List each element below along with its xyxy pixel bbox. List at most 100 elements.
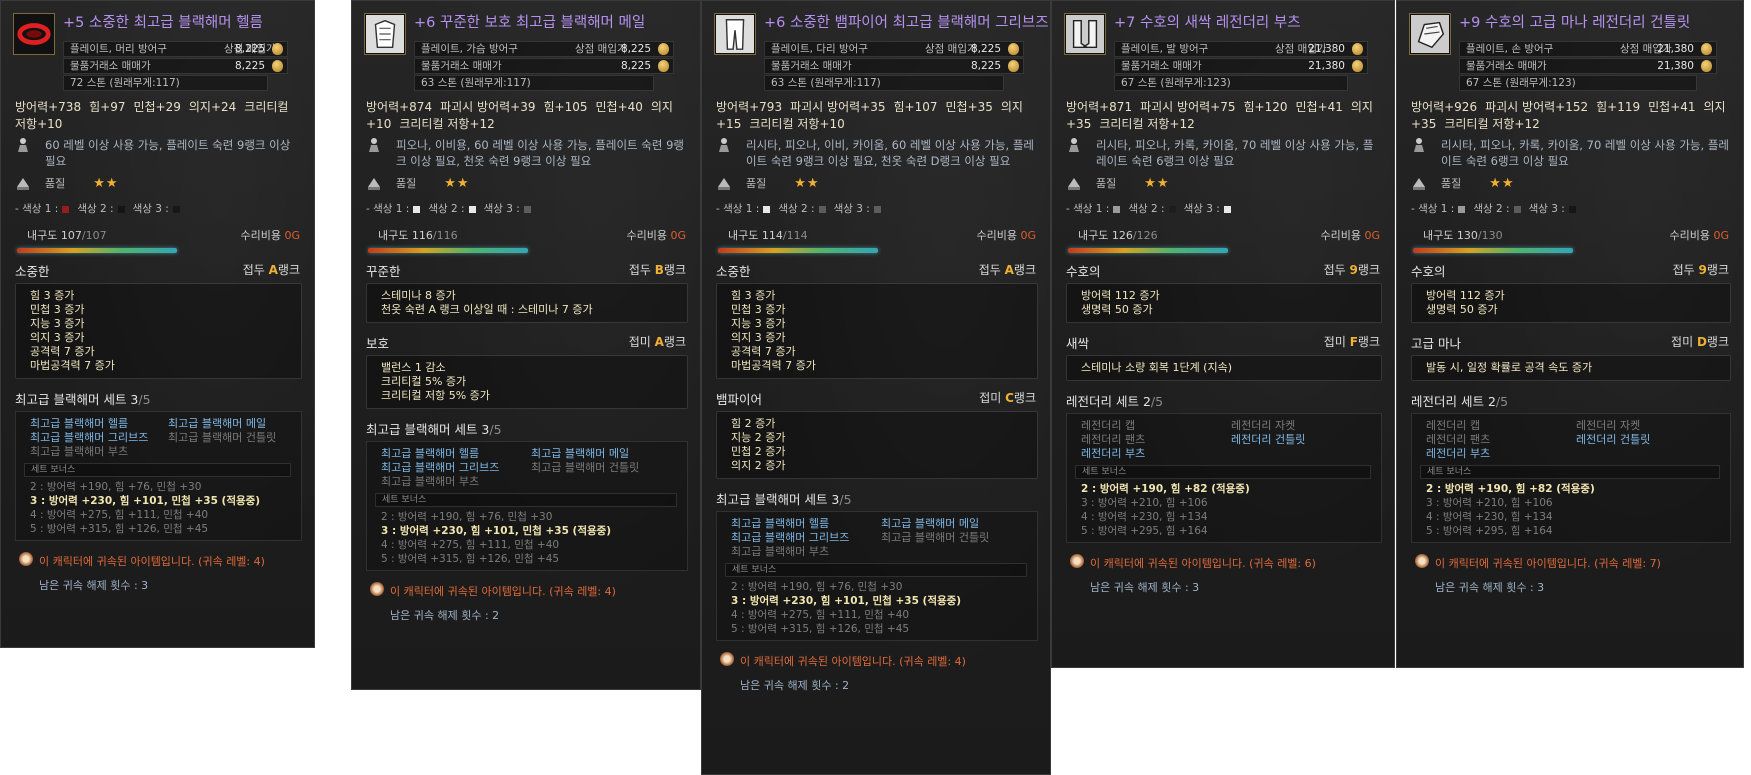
set-count: /5 <box>839 492 852 507</box>
stat-value: 의지+24 <box>188 100 237 114</box>
durability-max: /130 <box>1477 229 1503 242</box>
weight-row: 67 스톤 (원래무게:123) <box>1114 75 1348 91</box>
set-bonus-line: 4 : 방어력 +275, 힘 +111, 민첩 +40 <box>30 509 209 521</box>
trade-price-row: 물품거래소 매매가 21,380 <box>1459 58 1717 74</box>
dye-label: - 색상 1 : <box>366 203 410 215</box>
set-box: 최고급 블랙해머 헬름 최고급 블랙해머 메일 최고급 블랙해머 그리브즈 최고급 블… <box>15 411 302 541</box>
set-item: 최고급 블랙해머 부츠 <box>731 545 830 558</box>
enchant-effect: 밸런스 1 감소 <box>381 361 446 374</box>
stat-value: 방어력+793 <box>716 100 783 114</box>
quality-label: 품질 <box>746 177 767 190</box>
dye-label: 색상 2 : <box>428 203 465 215</box>
dye-swatch <box>523 205 531 213</box>
gold-coin-icon <box>1352 43 1363 55</box>
set-box: 최고급 블랙해머 헬름 최고급 블랙해머 메일 최고급 블랙해머 그리브즈 최고급 블… <box>366 441 688 571</box>
item-type-row: 플레이트, 발 방어구 상점 매입가 21,380 <box>1114 41 1368 57</box>
set-header: 최고급 블랙해머 세트 3/5 <box>702 487 1050 509</box>
enchant-rank: 접미 A랭크 <box>628 335 686 349</box>
durability-max: /114 <box>782 229 808 242</box>
set-item: 최고급 블랙해머 건틀릿 <box>531 461 640 474</box>
dye-swatch <box>818 205 826 213</box>
set-bonus-line: 3 : 방어력 +210, 힘 +106 <box>1426 497 1553 509</box>
durability-bar <box>17 248 177 253</box>
enchant-effects: 스테미나 8 증가 천옷 숙련 A 랭크 이상일 때 : 스테미나 7 증가 <box>366 283 688 323</box>
set-bonus-line: 2 : 방어력 +190, 힘 +76, 민첩 +30 <box>30 481 202 493</box>
quality-stars: ★★ <box>93 176 119 191</box>
shop-price: 8,225 <box>970 43 1001 55</box>
set-item: 최고급 블랙해머 메일 <box>531 447 630 460</box>
stat-value: 파괴시 방어력+35 <box>790 100 886 114</box>
enchant-rank: 접미 F랭크 <box>1323 335 1380 349</box>
bound-text: 이 캐릭터에 귀속된 아이템입니다. (귀속 레벨: 4) <box>740 655 966 668</box>
enchant-section-header: 보호 접미 A랭크 <box>352 331 700 353</box>
repair-cost-value: 0G <box>1713 229 1729 242</box>
quality-icon <box>366 175 382 191</box>
enchant-section-header: 새싹 접미 F랭크 <box>1052 331 1394 353</box>
item-stats: 방어력+738 힘+97 민첩+29 의지+24 크리티컬 저항+10 <box>1 91 314 133</box>
enchant-effect: 마법공격력 7 증가 <box>731 359 816 372</box>
tooltip-header: +6 소중한 뱀파이어 최고급 블랙해머 그리브즈 플레이트, 다리 방어구 상점 … <box>702 1 1050 91</box>
enchant-effect: 스테미나 소량 회복 1단계 (지속) <box>1081 361 1233 374</box>
enchant-effect: 발동 시, 일정 확률로 공격 속도 증가 <box>1426 361 1593 374</box>
requirement-label: 리시타, 피오나, 카록, 카이움, 70 레벨 이상 사용 가능, 플레이트 … <box>1096 138 1374 168</box>
weight-row: 67 스톤 (원래무게:123) <box>1459 75 1697 91</box>
dye-colors-row: - 색상 1 : 색상 2 : 색상 3 : <box>1 195 314 219</box>
set-title: 최고급 블랙해머 세트 3/5 <box>716 492 852 507</box>
item-weight: 67 스톤 (원래무게:123) <box>1121 77 1231 89</box>
set-item: 레전더리 건틀릿 <box>1576 433 1651 446</box>
set-item: 최고급 블랙해머 건틀릿 <box>881 531 990 544</box>
stat-value: 파괴시 방어력+39 <box>440 100 536 114</box>
bound-text: 이 캐릭터에 귀속된 아이템입니다. (귀속 레벨: 7) <box>1435 557 1661 570</box>
set-count: /5 <box>489 422 502 437</box>
enchant-effect: 마법공격력 7 증가 <box>30 359 115 372</box>
bound-notice: 이 캐릭터에 귀속된 아이템입니다. (귀속 레벨: 6) <box>1052 549 1394 573</box>
bound-text: 이 캐릭터에 귀속된 아이템입니다. (귀속 레벨: 4) <box>390 585 616 598</box>
character-icon <box>716 137 732 153</box>
set-bonus-line: 2 : 방어력 +190, 힘 +82 (적용중) <box>1081 483 1250 495</box>
enchant-effect: 의지 3 증가 <box>30 331 85 344</box>
set-item: 레전더리 자켓 <box>1576 419 1641 432</box>
set-bonus-line: 4 : 방어력 +275, 힘 +111, 민첩 +40 <box>731 609 910 621</box>
durability-label: 내구도 126/126 <box>1078 229 1158 242</box>
trade-price: 21,380 <box>1657 60 1694 72</box>
set-bonus-label: 세트 보너스 <box>24 463 291 477</box>
quality-row: 품질 ★★ <box>1 169 314 195</box>
durability-bar <box>1068 248 1228 253</box>
set-title: 레전더리 세트 2/5 <box>1411 394 1509 409</box>
dye-swatch <box>1458 205 1466 213</box>
quality-stars: ★★ <box>444 176 470 191</box>
enchant-name: 꾸준한 <box>366 264 401 279</box>
repair-cost: 수리비용 0G <box>1669 229 1729 242</box>
quality-label: 품질 <box>1096 177 1117 190</box>
set-item: 최고급 블랙해머 헬름 <box>381 447 480 460</box>
durability-bar <box>1413 248 1573 253</box>
durability-row: 내구도 130/130 수리비용 0G <box>1397 219 1743 259</box>
set-item: 최고급 블랙해머 부츠 <box>30 445 129 458</box>
set-count: /5 <box>1495 394 1509 409</box>
trade-price-label: 물품거래소 매매가 <box>771 60 852 72</box>
dye-label: 색상 3 : <box>1528 203 1565 215</box>
quality-row: 품질 ★★ <box>1052 169 1394 195</box>
quality-row: 품질 ★★ <box>1397 169 1743 195</box>
repair-cost: 수리비용 0G <box>240 229 300 242</box>
gold-coin-icon <box>272 60 283 72</box>
set-bonus-line: 2 : 방어력 +190, 힘 +76, 민첩 +30 <box>731 581 903 593</box>
enchant-name: 보호 <box>366 336 390 351</box>
set-bonus-line: 5 : 방어력 +295, 힘 +164 <box>1081 525 1208 537</box>
requirement-text: 리시타, 피오나, 이비, 카이움, 60 레벨 이상 사용 가능, 플레이트 … <box>702 133 1050 169</box>
dye-label: 색상 3 : <box>833 203 870 215</box>
set-bonus-line: 5 : 방어력 +315, 힘 +126, 민첩 +45 <box>731 623 910 635</box>
enchant-effects: 힘 2 증가 지능 2 증가 민첩 2 증가 의지 2 증가 <box>716 411 1038 479</box>
enchant-name: 고급 마나 <box>1411 336 1461 351</box>
chest-armor-icon <box>364 13 406 55</box>
item-type-row: 플레이트, 머리 방어구 상점 매입가 8,225 <box>63 41 288 57</box>
item-stats: 방어력+926 파괴시 방어력+152 힘+119 민첩+41 의지+35 크리티컬 저항… <box>1397 91 1743 133</box>
stat-value: 파괴시 방어력+75 <box>1140 100 1236 114</box>
enchant-effect: 힘 3 증가 <box>30 289 75 302</box>
set-item: 레전더리 캡 <box>1081 419 1136 432</box>
durability-row: 내구도 107/107 수리비용 0G <box>1 219 314 259</box>
quality-icon <box>1066 175 1082 191</box>
enchant-effects: 힘 3 증가 민첩 3 증가 지능 3 증가 의지 3 증가 공격력 7 증가 마법공격력… <box>716 283 1038 379</box>
set-header: 레전더리 세트 2/5 <box>1052 389 1394 411</box>
set-bonus-line: 3 : 방어력 +230, 힘 +101, 민첩 +35 (적용중) <box>381 525 612 537</box>
